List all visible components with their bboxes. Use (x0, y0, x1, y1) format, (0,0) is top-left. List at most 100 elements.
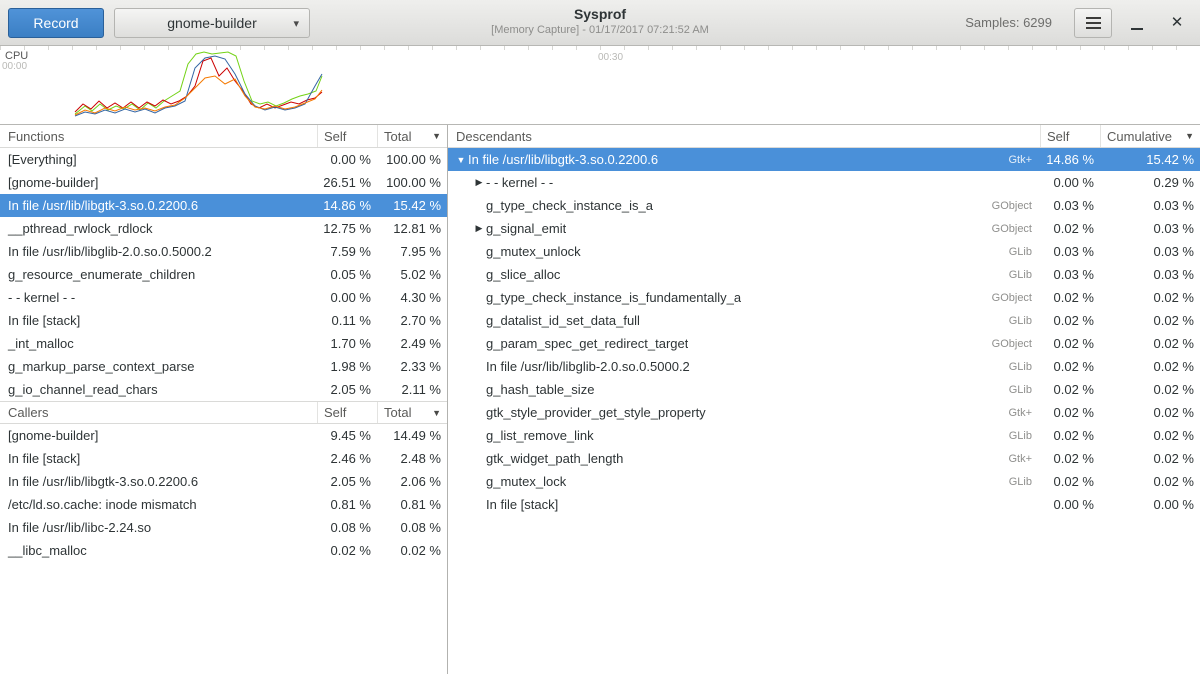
row-function-name: gtk_widget_path_length (486, 451, 623, 466)
record-button[interactable]: Record (8, 8, 104, 38)
row-function-name: g_markup_parse_context_parse (0, 359, 317, 374)
row-function-name: __libc_malloc (0, 543, 317, 558)
row-cumulative-value: 0.03 % (1100, 244, 1200, 259)
table-row[interactable]: g_io_channel_read_chars2.05 %2.11 % (0, 378, 447, 401)
column-header-functions[interactable]: Functions (0, 125, 317, 147)
expander-closed-icon[interactable]: ▶ (472, 223, 486, 234)
table-row[interactable]: g_datalist_id_set_data_fullGLib0.02 %0.0… (448, 309, 1200, 332)
table-row[interactable]: _int_malloc1.70 %2.49 % (0, 332, 447, 355)
table-row[interactable]: In file /usr/lib/libgtk-3.so.0.2200.614.… (0, 194, 447, 217)
row-total-value: 2.48 % (377, 451, 447, 466)
row-self-value: 9.45 % (317, 428, 377, 443)
row-function-name: g_mutex_unlock (486, 244, 581, 259)
process-selector-dropdown[interactable]: gnome-builder ▾ (114, 8, 310, 38)
row-library-label: Gtk+ (1008, 154, 1040, 166)
row-function-name: g_mutex_lock (486, 474, 566, 489)
table-row[interactable]: ▶g_signal_emitGObject0.02 %0.03 % (448, 217, 1200, 240)
table-row[interactable]: [gnome-builder]26.51 %100.00 % (0, 171, 447, 194)
row-cumulative-value: 0.02 % (1100, 474, 1200, 489)
minimize-button[interactable] (1122, 8, 1152, 38)
row-cumulative-value: 0.29 % (1100, 175, 1200, 190)
row-cumulative-value: 0.02 % (1100, 313, 1200, 328)
row-function-name: In file /usr/lib/libgtk-3.so.0.2200.6 (0, 474, 317, 489)
table-row[interactable]: [Everything]0.00 %100.00 % (0, 148, 447, 171)
expander-closed-icon[interactable]: ▶ (472, 177, 486, 188)
table-row[interactable]: g_markup_parse_context_parse1.98 %2.33 % (0, 355, 447, 378)
row-cumulative-value: 0.02 % (1100, 359, 1200, 374)
row-cumulative-value: 0.02 % (1100, 336, 1200, 351)
row-cumulative-value: 0.00 % (1100, 497, 1200, 512)
table-row[interactable]: gtk_widget_path_lengthGtk+0.02 %0.02 % (448, 447, 1200, 470)
table-row[interactable]: In file [stack]2.46 %2.48 % (0, 447, 447, 470)
row-total-value: 7.95 % (377, 244, 447, 259)
table-row[interactable]: g_slice_allocGLib0.03 %0.03 % (448, 263, 1200, 286)
row-function-name: g_signal_emit (486, 221, 566, 236)
table-row[interactable]: ▶- - kernel - -0.00 %0.29 % (448, 171, 1200, 194)
row-function-name: _int_malloc (0, 336, 317, 351)
row-self-value: 0.02 % (1040, 336, 1100, 351)
column-header-cumulative[interactable]: Cumulative ▼ (1100, 125, 1200, 147)
callers-table-header: Callers Self Total ▼ (0, 401, 447, 424)
table-row[interactable]: g_hash_table_sizeGLib0.02 %0.02 % (448, 378, 1200, 401)
column-header-self[interactable]: Self (1040, 125, 1100, 147)
row-cumulative-value: 0.02 % (1100, 290, 1200, 305)
table-row[interactable]: In file [stack]0.11 %2.70 % (0, 309, 447, 332)
column-header-descendants[interactable]: Descendants (448, 125, 1040, 147)
close-button[interactable]: ✕ (1162, 8, 1192, 38)
row-self-value: 0.03 % (1040, 198, 1100, 213)
descendants-table-body: ▼In file /usr/lib/libgtk-3.so.0.2200.6Gt… (448, 148, 1200, 516)
table-row[interactable]: g_param_spec_get_redirect_targetGObject0… (448, 332, 1200, 355)
table-row[interactable]: g_mutex_unlockGLib0.03 %0.03 % (448, 240, 1200, 263)
row-self-value: 2.05 % (317, 382, 377, 397)
expander-open-icon[interactable]: ▼ (454, 155, 468, 165)
row-library-label: GLib (1009, 315, 1040, 327)
close-icon: ✕ (1171, 15, 1184, 30)
row-library-label: GObject (992, 338, 1040, 350)
row-cumulative-value: 0.03 % (1100, 267, 1200, 282)
table-row[interactable]: In file /usr/lib/libglib-2.0.so.0.5000.2… (448, 355, 1200, 378)
table-row[interactable]: In file /usr/lib/libglib-2.0.so.0.5000.2… (0, 240, 447, 263)
row-self-value: 0.03 % (1040, 267, 1100, 282)
row-self-value: 14.86 % (317, 198, 377, 213)
column-header-total[interactable]: Total ▼ (377, 402, 447, 423)
table-row[interactable]: __pthread_rwlock_rdlock12.75 %12.81 % (0, 217, 447, 240)
minimize-icon (1131, 28, 1143, 30)
row-total-value: 2.70 % (377, 313, 447, 328)
column-header-callers[interactable]: Callers (0, 402, 317, 423)
table-row[interactable]: ▼In file /usr/lib/libgtk-3.so.0.2200.6Gt… (448, 148, 1200, 171)
table-row[interactable]: g_resource_enumerate_children0.05 %5.02 … (0, 263, 447, 286)
row-cumulative-value: 0.02 % (1100, 405, 1200, 420)
row-self-value: 0.11 % (317, 313, 377, 328)
table-row[interactable]: In file /usr/lib/libgtk-3.so.0.2200.62.0… (0, 470, 447, 493)
table-row[interactable]: g_type_check_instance_is_aGObject0.03 %0… (448, 194, 1200, 217)
cpu-graph-area[interactable]: CPU 00:00 00:30 (0, 46, 1200, 125)
table-row[interactable]: [gnome-builder]9.45 %14.49 % (0, 424, 447, 447)
table-row[interactable]: In file /usr/lib/libc-2.24.so0.08 %0.08 … (0, 516, 447, 539)
table-row[interactable]: __libc_malloc0.02 %0.02 % (0, 539, 447, 562)
row-self-value: 0.02 % (1040, 221, 1100, 236)
row-self-value: 1.98 % (317, 359, 377, 374)
row-library-label: GLib (1009, 269, 1040, 281)
menu-button[interactable] (1074, 8, 1112, 38)
row-self-value: 12.75 % (317, 221, 377, 236)
row-library-label: GObject (992, 200, 1040, 212)
row-function-name: /etc/ld.so.cache: inode mismatch (0, 497, 317, 512)
row-function-name: __pthread_rwlock_rdlock (0, 221, 317, 236)
table-row[interactable]: /etc/ld.so.cache: inode mismatch0.81 %0.… (0, 493, 447, 516)
functions-table-body: [Everything]0.00 %100.00 %[gnome-builder… (0, 148, 447, 401)
table-row[interactable]: gtk_style_provider_get_style_propertyGtk… (448, 401, 1200, 424)
column-header-self[interactable]: Self (317, 125, 377, 147)
column-header-total[interactable]: Total ▼ (377, 125, 447, 147)
table-row[interactable]: - - kernel - -0.00 %4.30 % (0, 286, 447, 309)
table-row[interactable]: g_type_check_instance_is_fundamentally_a… (448, 286, 1200, 309)
right-pane: Descendants Self Cumulative ▼ ▼In file /… (448, 125, 1200, 674)
row-function-name: g_type_check_instance_is_fundamentally_a (486, 290, 741, 305)
column-header-self[interactable]: Self (317, 402, 377, 423)
row-total-value: 5.02 % (377, 267, 447, 282)
table-row[interactable]: In file [stack]0.00 %0.00 % (448, 493, 1200, 516)
title-block: Sysprof [Memory Capture] - 01/17/2017 07… (491, 6, 709, 36)
table-row[interactable]: g_mutex_lockGLib0.02 %0.02 % (448, 470, 1200, 493)
table-row[interactable]: g_list_remove_linkGLib0.02 %0.02 % (448, 424, 1200, 447)
row-function-name: [gnome-builder] (0, 428, 317, 443)
row-self-value: 0.02 % (1040, 474, 1100, 489)
